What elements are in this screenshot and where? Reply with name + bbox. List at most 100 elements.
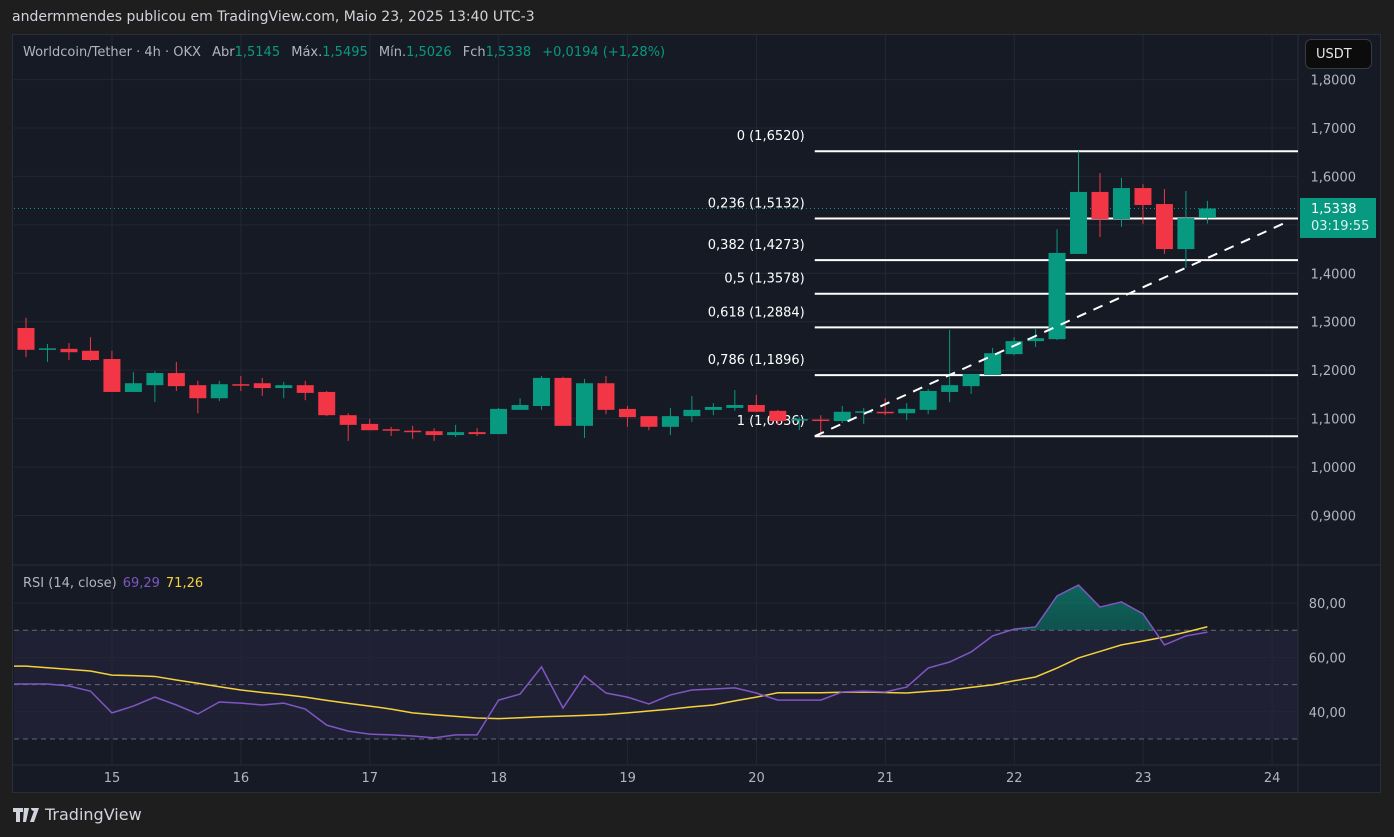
fib-level-label: 0,236 (1,5132) xyxy=(708,196,805,211)
candle-body xyxy=(1091,191,1109,220)
candle xyxy=(575,378,593,438)
low-value: 1,5026 xyxy=(406,45,452,60)
candle xyxy=(468,428,486,437)
candle-body xyxy=(275,385,293,389)
candle xyxy=(167,361,185,391)
candle-body xyxy=(1155,204,1173,250)
fib-level-label: 0,786 (1,1896) xyxy=(708,353,805,368)
rsi-legend: RSI (14, close) 69,29 71,26 xyxy=(23,576,203,591)
candle-body xyxy=(468,432,486,435)
price-tick-label: 1,4000 xyxy=(1311,267,1357,282)
candle-body xyxy=(189,385,207,399)
candle-body xyxy=(1070,191,1088,254)
candle-body xyxy=(447,432,465,436)
price-tick-label: 1,6000 xyxy=(1311,170,1357,185)
candle xyxy=(232,375,250,391)
candle-body xyxy=(1198,208,1216,218)
candle xyxy=(339,413,357,441)
candle xyxy=(425,428,443,441)
candle-body xyxy=(919,390,937,410)
candle xyxy=(704,403,722,416)
bar-countdown: 03:19:55 xyxy=(1311,219,1370,234)
candle-body xyxy=(339,415,357,425)
candle-body xyxy=(17,328,35,350)
candle xyxy=(60,343,78,360)
candle-body xyxy=(962,374,980,387)
candle xyxy=(726,390,744,411)
candle xyxy=(597,375,615,415)
candle xyxy=(1177,190,1195,268)
candle-body xyxy=(833,411,851,422)
candle xyxy=(81,337,99,361)
fib-level-label: 0,382 (1,4273) xyxy=(708,238,805,253)
candle xyxy=(511,398,529,410)
candle-body xyxy=(60,348,78,353)
tradingview-logo-icon xyxy=(13,807,39,822)
tradingview-logo[interactable]: TradingView xyxy=(13,805,142,824)
candle xyxy=(318,390,336,417)
candle xyxy=(146,371,164,403)
candle-body xyxy=(726,405,744,408)
candle xyxy=(275,381,293,399)
change-value: +0,0194 (+1,28%) xyxy=(542,45,666,60)
candle xyxy=(1070,151,1088,254)
candle-body xyxy=(1112,188,1130,220)
last-price: 1,5338 xyxy=(1311,202,1357,217)
close-value: 1,5338 xyxy=(485,45,532,60)
candle-body xyxy=(640,416,658,427)
candle-body xyxy=(1134,188,1152,206)
time-tick-label: 24 xyxy=(1264,771,1281,786)
candle-body xyxy=(554,377,572,426)
price-tick-label: 1,1000 xyxy=(1311,413,1357,428)
candle-body xyxy=(167,373,185,387)
candle-body xyxy=(232,384,250,386)
candle xyxy=(962,374,980,394)
candle-body xyxy=(1048,252,1066,340)
rsi-tick-label: 40,00 xyxy=(1309,706,1346,721)
brand-name: TradingView xyxy=(45,805,142,824)
candle xyxy=(490,407,508,435)
price-tick-label: 1,0000 xyxy=(1311,461,1357,476)
candle xyxy=(38,343,56,362)
candle xyxy=(747,394,765,412)
candle xyxy=(898,403,916,421)
candle xyxy=(447,424,465,437)
candle xyxy=(404,425,422,439)
candle-body xyxy=(661,416,679,427)
time-tick-label: 18 xyxy=(490,771,507,786)
candle xyxy=(683,395,701,422)
candle xyxy=(1198,200,1216,224)
candle-body xyxy=(769,410,787,422)
candle xyxy=(1027,328,1045,347)
candle-body xyxy=(124,383,142,392)
time-tick-label: 21 xyxy=(877,771,894,786)
fib-level-label: 0,5 (1,3578) xyxy=(724,272,804,287)
last-price-tag: 1,5338 03:19:55 xyxy=(1300,198,1376,238)
high-label: Máx. xyxy=(291,45,323,60)
close-label: Fch xyxy=(462,45,486,60)
candle xyxy=(382,426,400,437)
rsi-label[interactable]: RSI (14, close) xyxy=(23,576,117,591)
candle-body xyxy=(511,405,529,410)
time-tick-label: 17 xyxy=(362,771,379,786)
candle-body xyxy=(898,408,916,414)
price-tick-label: 1,7000 xyxy=(1311,122,1357,137)
currency-button[interactable]: USDT xyxy=(1305,39,1372,69)
rsi-tick-label: 60,00 xyxy=(1309,651,1346,666)
chart-canvas[interactable]: 15 16 17 18 19 20 21 22 23 24 1,8000 1,7000 1,6000 1,… xyxy=(0,0,1394,837)
time-tick-label: 19 xyxy=(619,771,636,786)
candle xyxy=(1155,189,1173,254)
symbol-info[interactable]: Worldcoin/Tether · 4h · OKX xyxy=(23,45,201,60)
candle-body xyxy=(876,411,894,414)
candle-body xyxy=(747,405,765,412)
symbol-legend: Worldcoin/Tether · 4h · OKX Abr1,5145 Má… xyxy=(23,45,665,60)
candle xyxy=(919,389,937,415)
candle-body xyxy=(318,391,336,416)
candle-body xyxy=(790,419,808,421)
candle-body xyxy=(984,353,1002,375)
candle-body xyxy=(490,408,508,435)
candle xyxy=(661,407,679,436)
candle-body xyxy=(533,377,551,406)
candle-body xyxy=(382,429,400,431)
fib-level-label: 0,618 (1,2884) xyxy=(708,305,805,320)
